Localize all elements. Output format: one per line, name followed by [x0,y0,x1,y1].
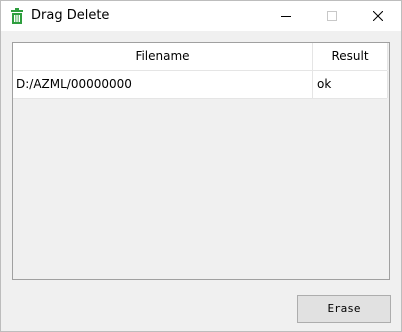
maximize-button[interactable] [309,1,355,31]
filename-cell[interactable]: D:/AZML/00000000 [16,71,312,98]
table-header: Filename Result [13,43,388,71]
close-button[interactable] [355,1,401,31]
close-icon [373,11,383,21]
result-cell[interactable]: ok [317,71,383,98]
window-title: Drag Delete [31,8,110,23]
app-window: Drag Delete Filename Result D:/AZML/0000… [0,0,402,332]
minimize-button[interactable] [263,1,309,31]
column-divider [387,71,388,98]
column-divider [312,71,313,98]
column-header-filename[interactable]: Filename [13,43,313,70]
minimize-icon [281,16,291,17]
file-table[interactable]: Filename Result D:/AZML/00000000 ok [12,42,390,280]
column-header-result[interactable]: Result [313,43,388,70]
erase-button[interactable]: Erase [297,295,391,323]
maximize-icon [327,11,337,21]
table-row[interactable]: D:/AZML/00000000 ok [13,71,388,99]
title-bar[interactable]: Drag Delete [1,1,401,31]
trash-bin-icon [10,8,24,24]
